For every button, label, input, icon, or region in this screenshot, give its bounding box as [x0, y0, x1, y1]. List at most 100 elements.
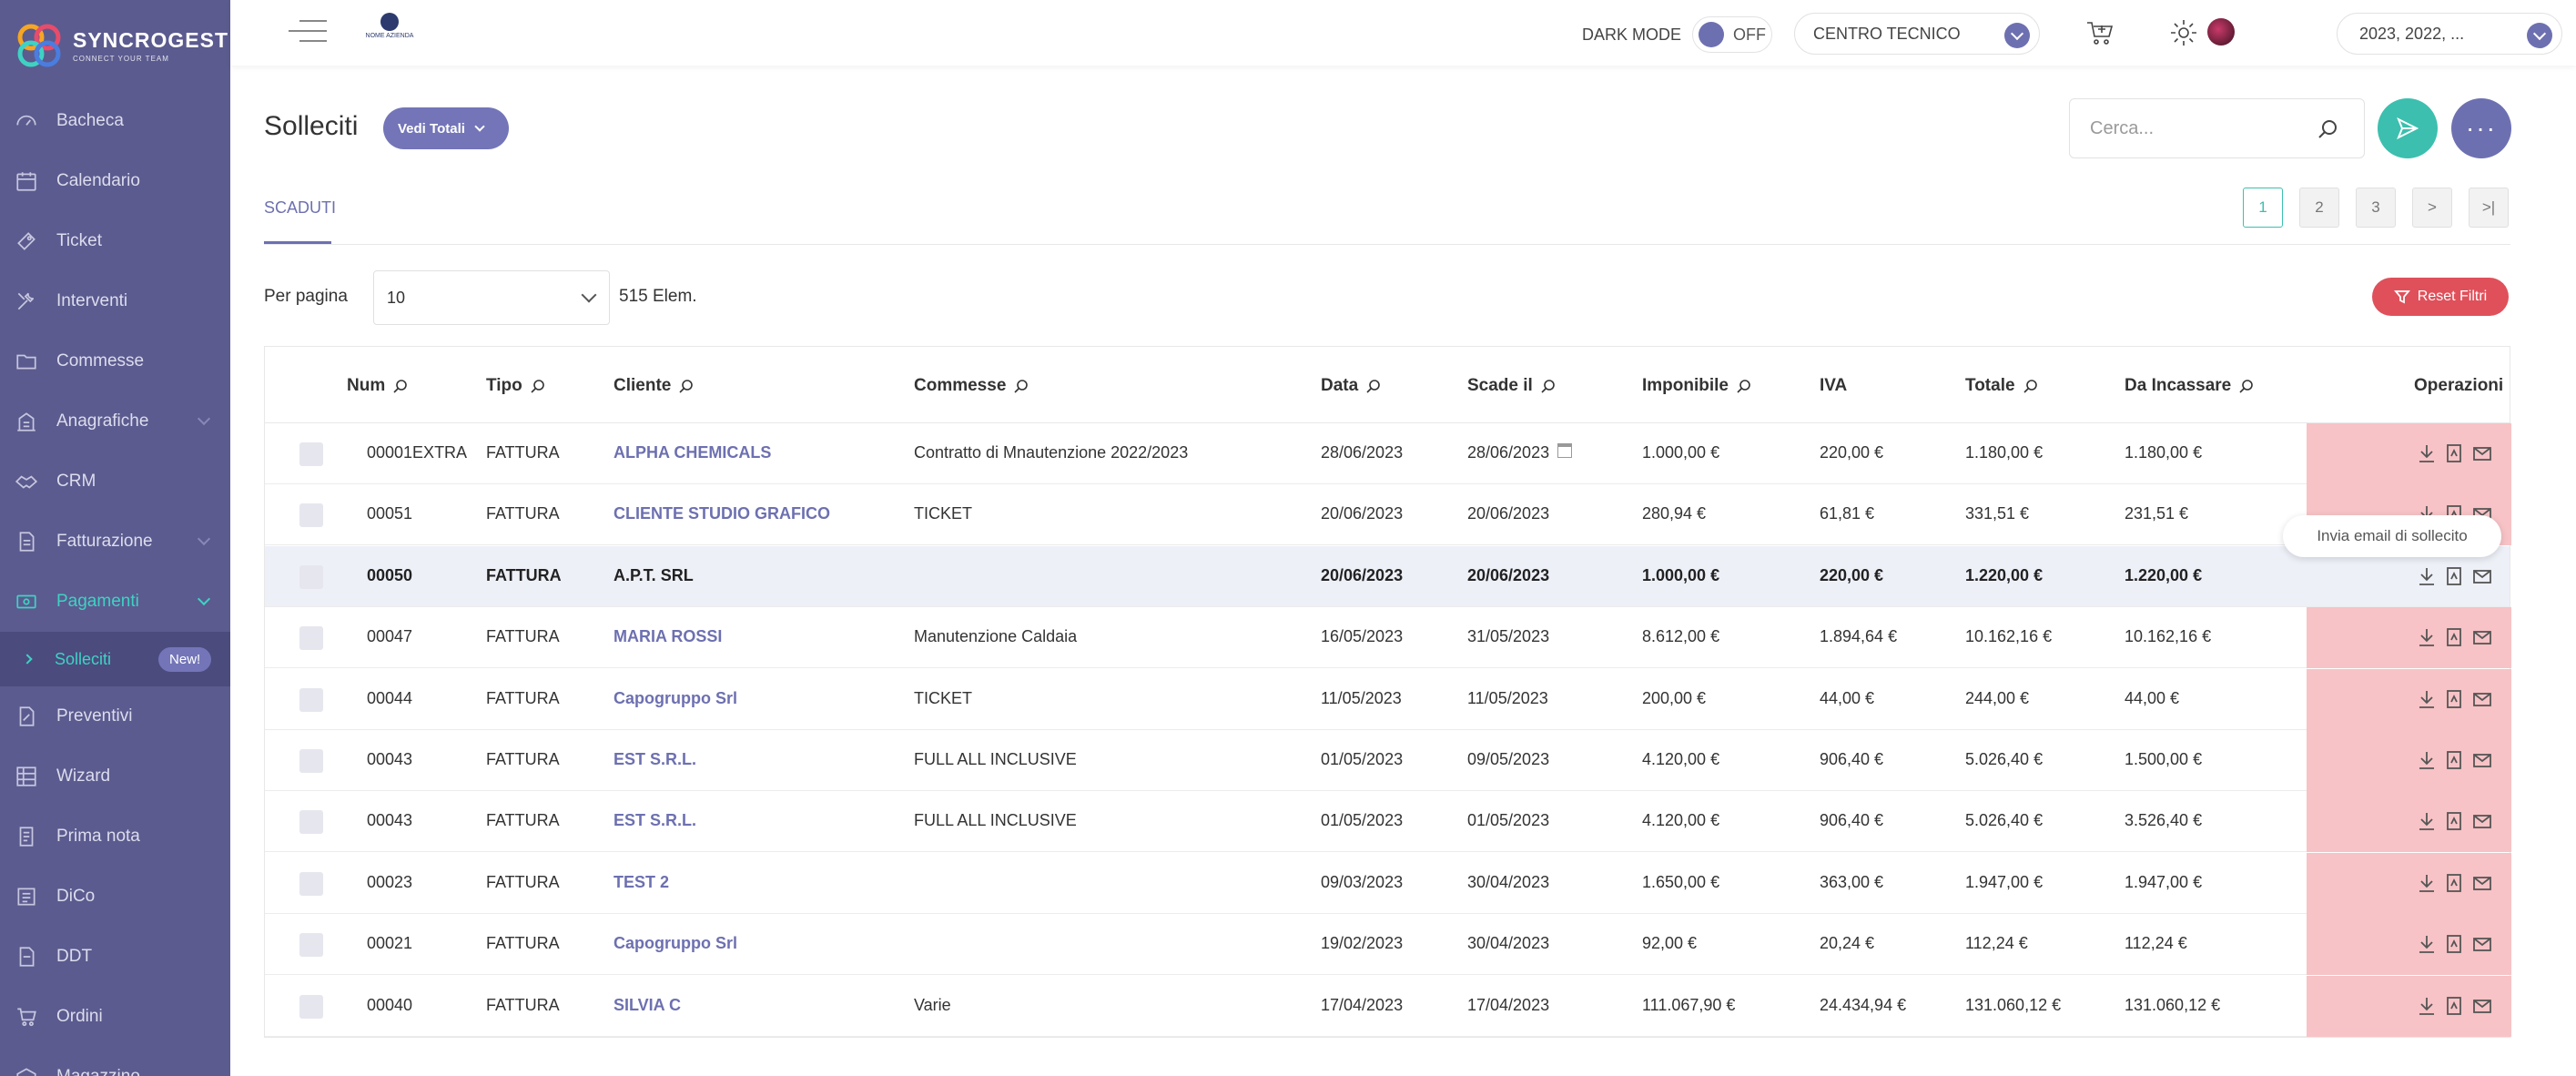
row-checkbox[interactable] [299, 564, 323, 589]
page-2-button[interactable]: 2 [2299, 188, 2339, 228]
search-icon[interactable] [678, 378, 695, 394]
row-checkbox[interactable] [299, 994, 323, 1019]
column-header-da-incassare[interactable]: Da Incassare [2125, 376, 2255, 396]
sidebar-item-bacheca[interactable]: Bacheca [0, 91, 230, 151]
sidebar-item-dico[interactable]: DiCo [0, 867, 230, 927]
search-icon[interactable] [1540, 378, 1557, 394]
search-icon[interactable] [530, 378, 546, 394]
row-checkbox[interactable] [299, 503, 323, 528]
column-header-tipo[interactable]: Tipo [486, 376, 546, 396]
sidebar-item-wizard[interactable]: Wizard [0, 746, 230, 807]
row-checkbox[interactable] [299, 810, 323, 835]
company-logo[interactable]: NOME AZIENDA [358, 13, 421, 49]
cell-cliente[interactable]: ALPHA CHEMICALS [614, 443, 771, 462]
row-checkbox[interactable] [299, 933, 323, 958]
page-1-button[interactable]: 1 [2243, 188, 2283, 228]
cell-cliente[interactable]: Capogruppo Srl [614, 689, 737, 708]
page-3-button[interactable]: 3 [2356, 188, 2396, 228]
cell-cliente[interactable]: MARIA ROSSI [614, 627, 722, 646]
pdf-icon[interactable] [2443, 688, 2465, 710]
search-icon[interactable] [2238, 378, 2255, 394]
column-header-num[interactable]: Num [347, 376, 409, 396]
sidebar-item-ddt[interactable]: DDT [0, 927, 230, 987]
more-options-button[interactable]: ··· [2451, 98, 2511, 158]
row-checkbox[interactable] [299, 687, 323, 712]
email-icon[interactable] [2471, 626, 2493, 648]
cell-cliente[interactable]: TEST 2 [614, 873, 669, 892]
calendar-icon[interactable] [1557, 443, 1572, 458]
sidebar-item-preventivi[interactable]: Preventivi [0, 686, 230, 746]
sidebar-item-magazzino[interactable]: Magazzino [0, 1047, 230, 1076]
sidebar-item-calendario[interactable]: Calendario [0, 151, 230, 211]
cell-cliente[interactable]: Capogruppo Srl [614, 934, 737, 953]
menu-toggle-icon[interactable] [289, 20, 327, 50]
sidebar-item-ticket[interactable]: Ticket [0, 211, 230, 271]
sidebar-item-interventi[interactable]: Interventi [0, 271, 230, 331]
column-header-data[interactable]: Data [1321, 376, 1382, 396]
email-icon[interactable] [2471, 995, 2493, 1017]
sidebar-item-commesse[interactable]: Commesse [0, 331, 230, 391]
dark-mode-toggle[interactable]: OFF [1692, 16, 1773, 53]
email-icon[interactable] [2471, 565, 2493, 587]
download-icon[interactable] [2416, 995, 2438, 1017]
tab-scaduti[interactable]: SCADUTI [264, 198, 336, 218]
pdf-icon[interactable] [2443, 442, 2465, 464]
pdf-icon[interactable] [2443, 872, 2465, 894]
shop-cart-icon[interactable] [2084, 16, 2116, 49]
center-select[interactable]: CENTRO TECNICO [1794, 13, 2040, 55]
search-input[interactable] [2090, 117, 2308, 139]
cell-cliente[interactable]: EST S.R.L. [614, 750, 696, 769]
email-icon[interactable] [2471, 688, 2493, 710]
settings-gear-icon[interactable] [2167, 16, 2200, 49]
pdf-icon[interactable] [2443, 810, 2465, 832]
pdf-icon[interactable] [2443, 995, 2465, 1017]
reset-filters-button[interactable]: Reset Filtri [2372, 278, 2509, 316]
column-header-totale[interactable]: Totale [1965, 376, 2039, 396]
search-icon[interactable] [1013, 378, 1029, 394]
row-checkbox[interactable] [299, 626, 323, 651]
table-row[interactable]: 00051 FATTURA CLIENTE STUDIO GRAFICO TICKET… [265, 484, 2511, 546]
table-row[interactable]: 00043 FATTURA EST S.R.L. FULL ALL INCLUSIVE… [265, 791, 2511, 853]
search-icon[interactable] [2317, 117, 2340, 141]
pdf-icon[interactable] [2443, 626, 2465, 648]
sidebar-item-prima-nota[interactable]: Prima nota [0, 807, 230, 867]
download-icon[interactable] [2416, 442, 2438, 464]
table-row[interactable]: 00050 FATTURA A.P.T. SRL 20/06/2023 20/06/20… [265, 545, 2510, 607]
column-header-cliente[interactable]: Cliente [614, 376, 695, 396]
year-select[interactable]: 2023, 2022, ... [2337, 13, 2562, 55]
sidebar-item-pagamenti[interactable]: Pagamenti [0, 572, 230, 632]
sidebar-item-crm[interactable]: CRM [0, 452, 230, 512]
email-icon[interactable] [2471, 933, 2493, 955]
per-page-select[interactable]: 10 [373, 270, 610, 325]
sidebar-subitem-solleciti[interactable]: Solleciti New! [0, 632, 230, 686]
search-icon[interactable] [1736, 378, 1752, 394]
email-icon[interactable] [2471, 749, 2493, 771]
last-page-button[interactable]: >| [2469, 188, 2509, 228]
sidebar-item-anagrafiche[interactable]: Anagrafiche [0, 391, 230, 452]
cell-cliente[interactable]: EST S.R.L. [614, 811, 696, 830]
search-icon[interactable] [2023, 378, 2039, 394]
next-page-button[interactable]: > [2412, 188, 2452, 228]
table-row[interactable]: 00043 FATTURA EST S.R.L. FULL ALL INCLUSIVE… [265, 730, 2511, 791]
download-icon[interactable] [2416, 933, 2438, 955]
sidebar-item-fatturazione[interactable]: Fatturazione [0, 512, 230, 572]
column-header-commesse[interactable]: Commesse [914, 376, 1029, 396]
pdf-icon[interactable] [2443, 565, 2465, 587]
download-icon[interactable] [2416, 872, 2438, 894]
cell-cliente[interactable]: CLIENTE STUDIO GRAFICO [614, 504, 830, 523]
user-avatar[interactable] [2207, 18, 2235, 46]
row-checkbox[interactable] [299, 749, 323, 773]
column-header-scade[interactable]: Scade il [1467, 376, 1557, 396]
pdf-icon[interactable] [2443, 933, 2465, 955]
table-row[interactable]: 00023 FATTURA TEST 2 09/03/2023 30/04/2023 1.… [265, 852, 2511, 914]
brand-logo[interactable]: SYNCROGEST CONNECT YOUR TEAM [15, 18, 228, 73]
cell-cliente[interactable]: SILVIA C [614, 996, 681, 1015]
download-icon[interactable] [2416, 688, 2438, 710]
column-header-imponibile[interactable]: Imponibile [1642, 376, 1752, 396]
row-checkbox[interactable] [299, 442, 323, 466]
table-row[interactable]: 00047 FATTURA MARIA ROSSI Manutenzione Cald… [265, 607, 2511, 669]
table-row[interactable]: 00040 FATTURA SILVIA C Varie 17/04/2023 17/04… [265, 975, 2511, 1037]
cell-cliente[interactable]: A.P.T. SRL [614, 566, 694, 585]
sidebar-item-ordini[interactable]: Ordini [0, 987, 230, 1047]
email-icon[interactable] [2471, 872, 2493, 894]
